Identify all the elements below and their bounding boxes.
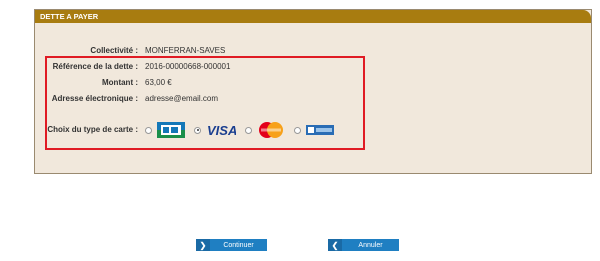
chevron-right-icon: ❯: [196, 239, 210, 251]
cancel-button[interactable]: ❮ Annuler: [328, 239, 399, 251]
debt-panel: DETTE A PAYER Collectivité : MONFERRAN-S…: [34, 9, 592, 174]
continue-button[interactable]: ❯ Continuer: [196, 239, 267, 251]
cancel-button-label: Annuler: [358, 241, 383, 249]
chevron-left-icon: ❮: [328, 239, 342, 251]
continue-button-label: Continuer: [223, 241, 254, 249]
highlight-box: [45, 56, 365, 150]
panel-title: DETTE A PAYER: [35, 10, 591, 23]
